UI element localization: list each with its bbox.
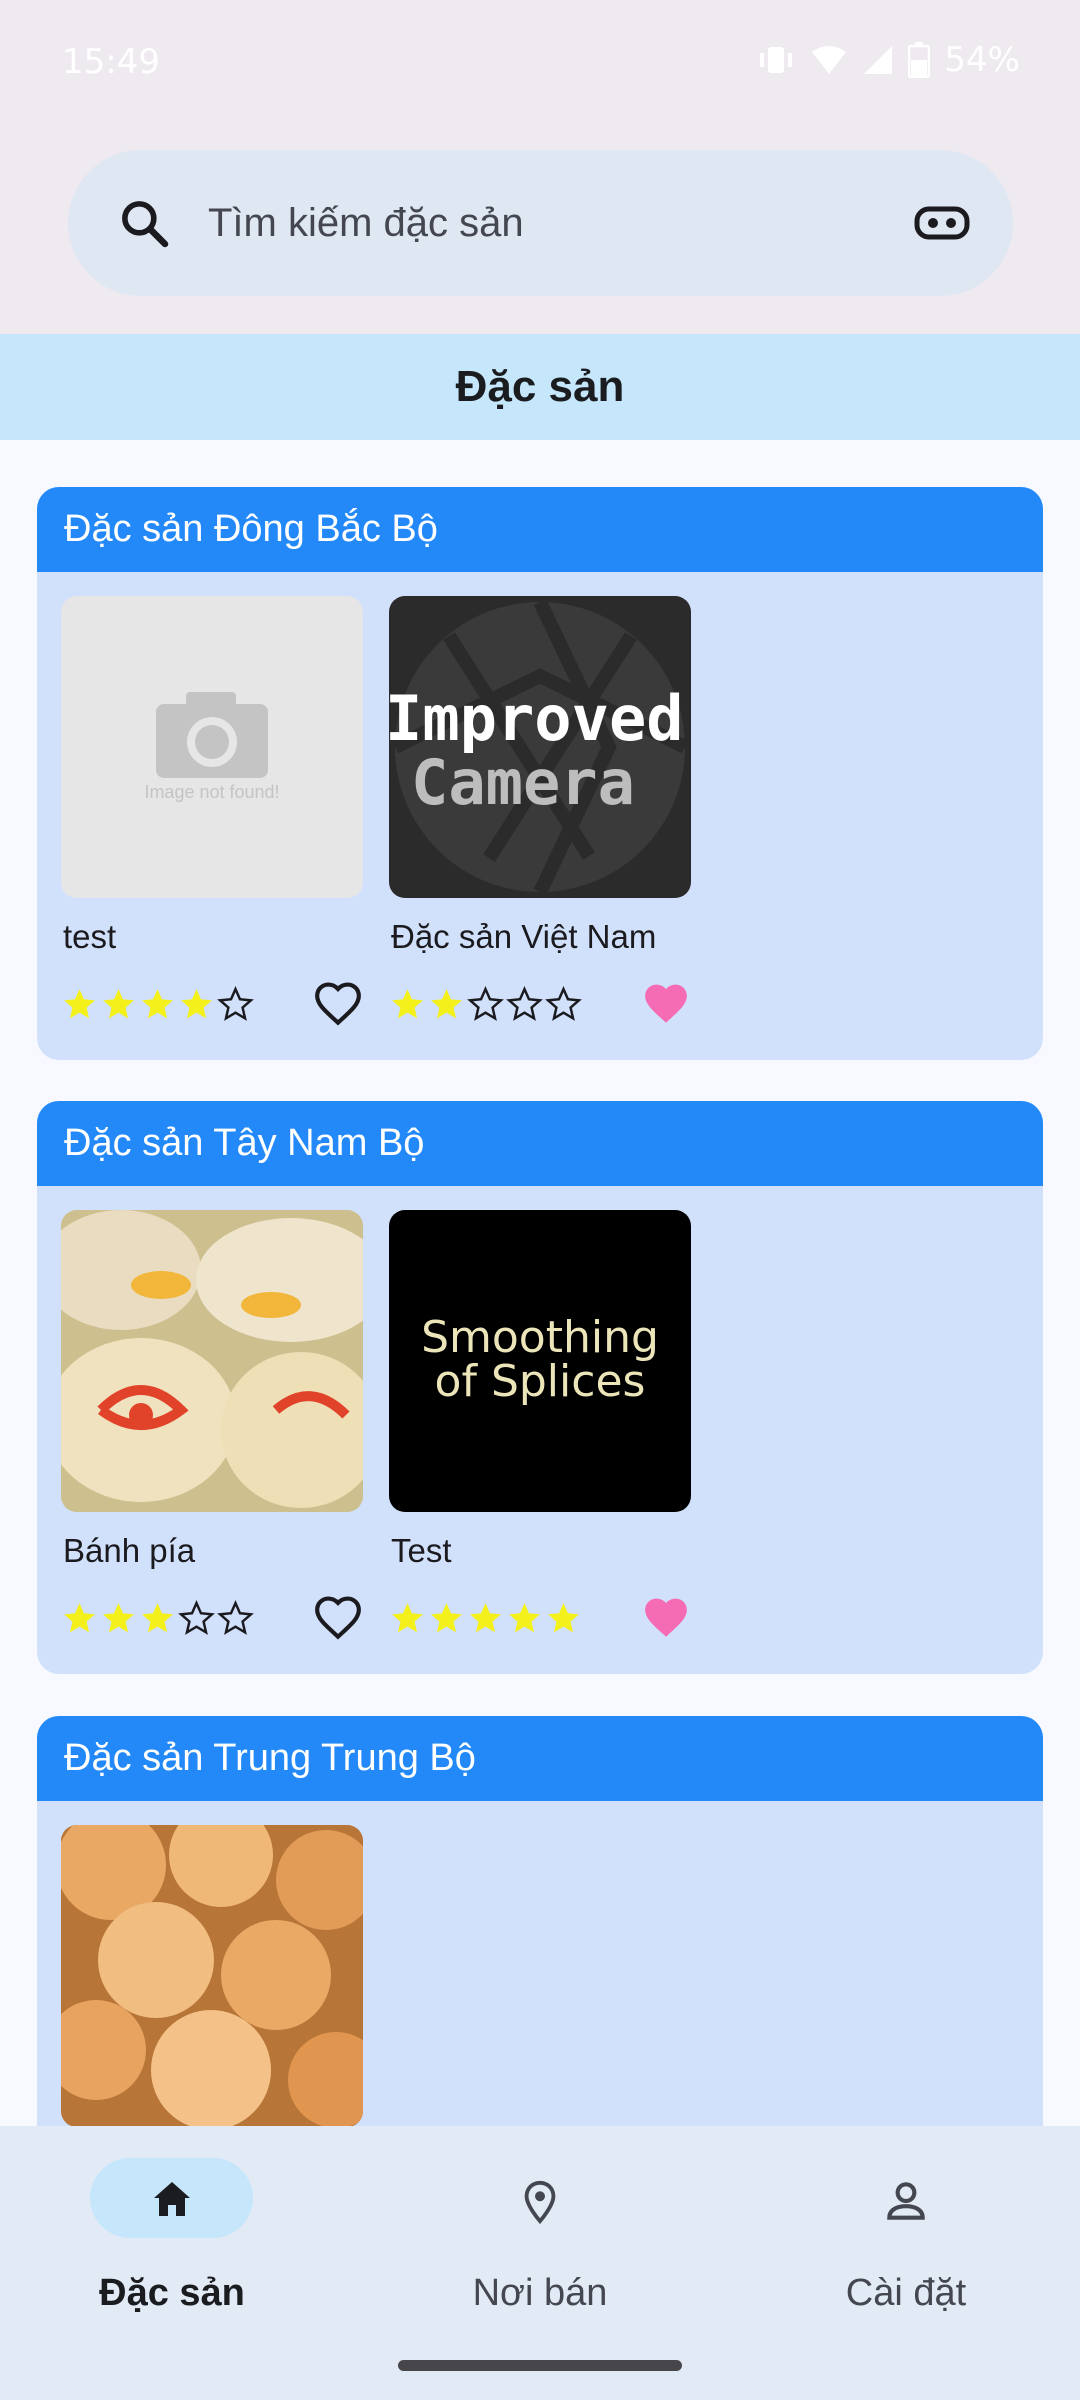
- star-filled-icon[interactable]: [100, 1600, 137, 1637]
- rating-stars[interactable]: [61, 986, 254, 1023]
- banh-pia-photo: [61, 1210, 363, 1512]
- status-icons: 54%: [756, 40, 1020, 80]
- vr-headset-icon[interactable]: [913, 197, 971, 249]
- star-filled-icon[interactable]: [428, 1600, 465, 1637]
- product-name: Test: [391, 1532, 452, 1569]
- coconut-cookie-photo: [61, 1825, 363, 2126]
- region-card: Đặc sản Đông Bắc Bộ Image not found! tes…: [37, 487, 1043, 1060]
- search-input[interactable]: [208, 190, 908, 256]
- wifi-icon: [812, 46, 847, 74]
- favorite-outline-icon[interactable]: [313, 980, 363, 1030]
- image-caption-line2: of Splices: [434, 1356, 646, 1407]
- product-image[interactable]: Improved Camera: [389, 596, 691, 898]
- star-filled-icon[interactable]: [506, 1600, 543, 1637]
- product-card[interactable]: Improved Camera Đặc sản Việt Nam: [389, 596, 691, 1023]
- region-list[interactable]: Đặc sản Đông Bắc Bộ Image not found! tes…: [0, 440, 1080, 2126]
- star-empty-icon[interactable]: [217, 986, 254, 1023]
- product-card[interactable]: Image not found! test: [61, 596, 363, 1026]
- nav-label: Cài đặt: [845, 2272, 967, 2314]
- location-pin-icon: [524, 2180, 556, 2225]
- status-time: 15:49: [62, 42, 160, 82]
- region-title: Đặc sản Trung Trung Bộ: [37, 1716, 1043, 1801]
- star-filled-icon[interactable]: [389, 1600, 426, 1637]
- battery-icon: [908, 42, 931, 78]
- product-card[interactable]: Bánh pía: [61, 1210, 363, 1640]
- star-empty-icon[interactable]: [545, 986, 582, 1023]
- search-bar[interactable]: [68, 150, 1013, 296]
- gesture-home-indicator[interactable]: [398, 2360, 682, 2371]
- star-filled-icon[interactable]: [178, 986, 215, 1023]
- product-image[interactable]: Image not found!: [61, 596, 363, 898]
- star-filled-icon[interactable]: [61, 1600, 98, 1637]
- rating-stars[interactable]: [389, 1600, 582, 1637]
- product-name: Bánh pía: [63, 1532, 196, 1569]
- favorite-filled-icon[interactable]: [641, 1594, 691, 1644]
- product-image[interactable]: [61, 1825, 363, 2126]
- page-header: Đặc sản: [0, 334, 1080, 440]
- region-title: Đặc sản Tây Nam Bộ: [37, 1101, 1043, 1186]
- search-icon: [122, 201, 169, 248]
- product-name: Đặc sản Việt Nam: [391, 918, 657, 955]
- signal-icon: [864, 46, 893, 74]
- person-icon: [887, 2182, 925, 2220]
- product-image[interactable]: Smoothing of Splices: [389, 1210, 691, 1512]
- star-empty-icon[interactable]: [467, 986, 504, 1023]
- rating-stars[interactable]: [389, 986, 582, 1023]
- star-filled-icon[interactable]: [428, 986, 465, 1023]
- favorite-filled-icon[interactable]: [641, 980, 691, 1030]
- nav-label: Đặc sản: [99, 2272, 245, 2314]
- page-title: Đặc sản: [455, 362, 625, 411]
- search-area: [0, 128, 1080, 334]
- star-filled-icon[interactable]: [467, 1600, 504, 1637]
- star-filled-icon[interactable]: [389, 986, 426, 1023]
- image-placeholder-text: Image not found!: [144, 782, 280, 802]
- star-filled-icon[interactable]: [139, 986, 176, 1023]
- star-empty-icon[interactable]: [506, 986, 543, 1023]
- product-image[interactable]: [61, 1210, 363, 1512]
- favorite-outline-icon[interactable]: [313, 1594, 363, 1644]
- star-empty-icon[interactable]: [178, 1600, 215, 1637]
- product-card[interactable]: Smoothing of Splices Test: [389, 1210, 691, 1637]
- home-icon: [154, 2182, 190, 2216]
- camera-icon: [156, 692, 268, 778]
- star-filled-icon[interactable]: [545, 1600, 582, 1637]
- region-card: Đặc sản Trung Trung Bộ: [37, 1716, 1043, 2126]
- nav-label: Nơi bán: [472, 2272, 608, 2314]
- product-name: test: [63, 918, 117, 955]
- image-caption-line1: Improved: [389, 682, 684, 755]
- status-bar: 15:49 54%: [0, 0, 1080, 128]
- vibrate-icon: [760, 47, 793, 73]
- rating-stars[interactable]: [61, 1600, 254, 1637]
- image-caption-line2: Camera: [411, 746, 635, 819]
- star-filled-icon[interactable]: [61, 986, 98, 1023]
- region-card: Đặc sản Tây Nam Bộ Bánh pía Smoothing of…: [37, 1101, 1043, 1674]
- bottom-navigation: Đặc sản Nơi bán Cài đặt: [0, 2126, 1080, 2400]
- star-filled-icon[interactable]: [139, 1600, 176, 1637]
- region-title: Đặc sản Đông Bắc Bộ: [37, 487, 1043, 572]
- star-filled-icon[interactable]: [100, 986, 137, 1023]
- product-card[interactable]: [61, 1825, 363, 2126]
- star-empty-icon[interactable]: [217, 1600, 254, 1637]
- battery-level: 54%: [944, 40, 1020, 80]
